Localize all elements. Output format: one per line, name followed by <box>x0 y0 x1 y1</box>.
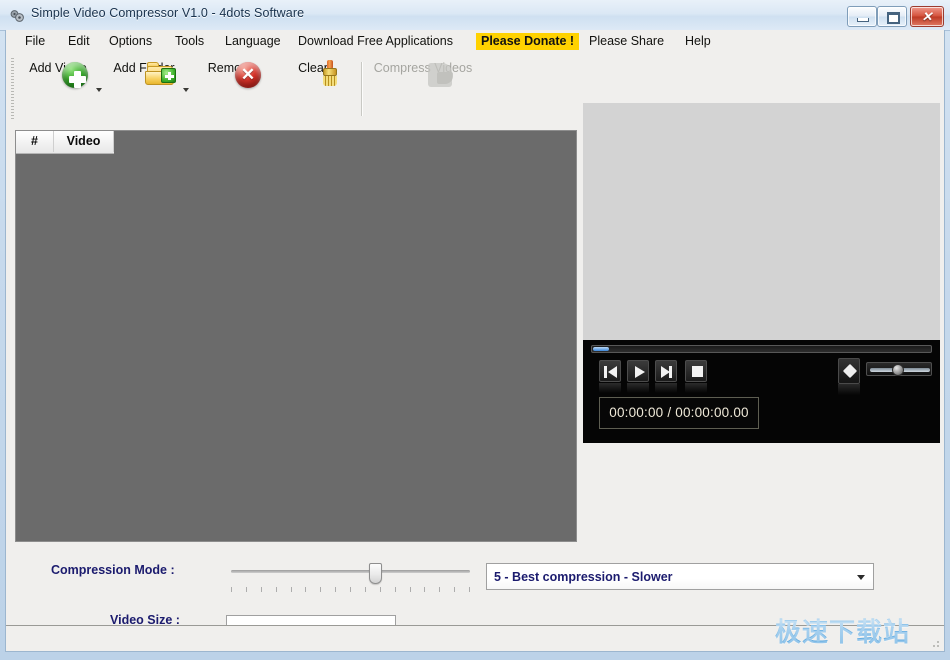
application-window: Simple Video Compressor V1.0 - 4dots Sof… <box>0 0 950 660</box>
column-header-[interactable]: # <box>16 131 54 152</box>
slider-tick <box>320 587 321 592</box>
toolbar-separator <box>361 62 363 116</box>
time-display: 00:00:00 / 00:00:00.00 <box>599 397 759 429</box>
slider-tick <box>439 587 440 592</box>
compression-mode-label: Compression Mode : <box>51 563 175 577</box>
time-display-text: 00:00:00 / 00:00:00.00 <box>609 405 749 420</box>
close-button[interactable]: ✕ <box>910 6 944 27</box>
resize-grip[interactable] <box>929 637 941 649</box>
volume-slider[interactable] <box>866 362 932 376</box>
menu-item-download-free-applications[interactable]: Download Free Applications <box>293 33 458 50</box>
maximize-button[interactable] <box>877 6 907 27</box>
next-button[interactable] <box>655 360 677 382</box>
menu-item-edit[interactable]: Edit <box>63 33 95 50</box>
file-list-header: # Video <box>16 131 114 154</box>
add-video-button[interactable]: Add Video <box>16 58 100 120</box>
add-video-icon <box>62 62 88 88</box>
play-button[interactable] <box>627 360 649 382</box>
slider-tick <box>424 587 425 592</box>
menu-bar: File Edit Options Tools Language Download Fre… <box>6 30 944 52</box>
chevron-down-icon[interactable] <box>183 86 190 93</box>
chevron-down-icon <box>857 574 865 580</box>
minimize-button[interactable] <box>847 6 877 27</box>
seek-slider[interactable] <box>591 345 932 353</box>
slider-tick <box>335 587 336 592</box>
previous-button[interactable] <box>599 360 621 382</box>
menu-item-options[interactable]: Options <box>104 33 157 50</box>
slider-tick <box>291 587 292 592</box>
menu-item-file[interactable]: File <box>20 33 50 50</box>
column-header-video[interactable]: Video <box>54 131 114 152</box>
menu-item-tools[interactable]: Tools <box>170 33 209 50</box>
slider-tick <box>380 587 381 592</box>
video-preview-panel <box>583 103 940 340</box>
menu-item-language[interactable]: Language <box>220 33 286 50</box>
close-icon: ✕ <box>921 9 933 24</box>
slider-tick <box>231 587 232 592</box>
mute-button[interactable] <box>838 358 860 384</box>
app-icon <box>10 10 24 22</box>
mute-button-reflection <box>838 384 860 395</box>
seek-handle[interactable] <box>593 347 609 351</box>
slider-tick <box>410 587 411 592</box>
clear-broom-button[interactable]: Clear <box>283 58 343 120</box>
compression-slider-ticks <box>231 587 470 593</box>
menu-item-please-donate[interactable]: Please Donate ! <box>476 33 580 50</box>
client-area: File Edit Options Tools Language Download Fre… <box>5 30 945 652</box>
stop-icon <box>686 361 706 381</box>
compression-slider-thumb[interactable] <box>369 563 382 584</box>
add-folder-button[interactable]: Add Folder <box>102 58 186 120</box>
volume-knob[interactable] <box>892 364 905 376</box>
slider-tick <box>350 587 351 592</box>
skip-back-icon <box>600 361 620 381</box>
video-player-controls: 00:00:00 / 00:00:00.00 <box>583 340 940 443</box>
site-watermark: 极速下载站 <box>775 612 910 649</box>
previous-button-reflection <box>599 383 621 393</box>
title-bar: Simple Video Compressor V1.0 - 4dots Sof… <box>0 0 950 31</box>
stop-button-reflection <box>685 383 707 393</box>
slider-tick <box>454 587 455 592</box>
remove-button[interactable]: ✕ Remove <box>196 58 266 120</box>
slider-tick <box>261 587 262 592</box>
compression-slider-track <box>231 570 470 573</box>
menu-item-help[interactable]: Help <box>680 33 716 50</box>
compression-mode-slider[interactable] <box>228 560 473 594</box>
skip-forward-icon <box>656 361 676 381</box>
menu-item-please-share[interactable]: Please Share <box>584 33 669 50</box>
compression-mode-dropdown[interactable]: 5 - Best compression - Slower <box>486 563 874 590</box>
window-title: Simple Video Compressor V1.0 - 4dots Sof… <box>31 6 305 20</box>
slider-tick <box>276 587 277 592</box>
video-file-list[interactable]: # Video <box>15 130 577 542</box>
next-button-reflection <box>655 383 677 393</box>
volume-icon <box>842 363 858 379</box>
slider-tick <box>395 587 396 592</box>
play-button-reflection <box>627 383 649 393</box>
compress-videos-label: Compress Videos <box>373 61 473 75</box>
stop-button[interactable] <box>685 360 707 382</box>
slider-tick <box>246 587 247 592</box>
play-icon <box>628 361 648 381</box>
toolbar-gripper <box>11 58 14 120</box>
compression-mode-value: 5 - Best compression - Slower <box>494 569 673 584</box>
slider-tick <box>469 587 470 592</box>
slider-tick <box>305 587 306 592</box>
slider-tick <box>365 587 366 592</box>
compress-videos-button: Compress Videos <box>368 58 478 120</box>
